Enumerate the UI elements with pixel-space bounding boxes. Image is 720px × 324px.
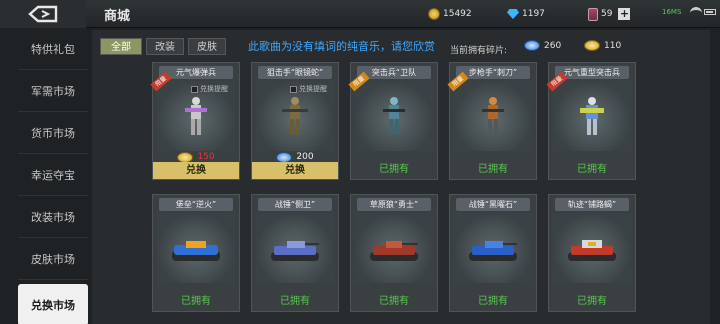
owned-status: 已拥有 — [379, 296, 409, 307]
item-card-bayonet-rifleman[interactable]: 步枪手“刺刀” 限量 已拥有 — [447, 62, 537, 180]
coin-amount: 15492 — [443, 9, 472, 19]
soldier-icon — [185, 97, 207, 135]
item-art — [256, 213, 334, 283]
card-amount: 59 — [601, 9, 613, 19]
filter-tabs: 全部 改装 皮肤 — [100, 38, 230, 55]
page-title: 商城 — [104, 9, 131, 24]
sidebar-item-exchange-market[interactable]: 兑换市场 — [18, 284, 88, 324]
reminder-label: 兑换提醒 — [299, 85, 327, 93]
checkbox-icon — [290, 85, 297, 93]
sidebar-item-supply-market[interactable]: 军需市场 — [18, 70, 88, 112]
sidebar-item-currency-market[interactable]: 货币市场 — [18, 112, 88, 154]
item-card-heavy-assault[interactable]: 元气重型突击兵 限量 已拥有 — [546, 62, 636, 180]
reminder-label: 兑换提醒 — [200, 85, 228, 93]
battery-icon — [704, 9, 716, 15]
owned-status: 已拥有 — [577, 164, 607, 175]
owned-status: 已拥有 — [478, 164, 508, 175]
gem-amount: 1197 — [522, 9, 545, 19]
card-balance: 59 + — [588, 6, 631, 22]
soldier-icon — [482, 97, 504, 135]
sidebar-item-lucky-draw[interactable]: 幸运夺宝 — [18, 154, 88, 196]
wifi-icon — [690, 7, 702, 17]
item-name: 堡垒“逆火” — [159, 198, 233, 211]
soldier-icon — [580, 97, 604, 135]
top-bar: 商城 15492 1197 59 + 16MS — [0, 0, 720, 28]
soldier-icon — [282, 97, 308, 135]
item-card-fortress-backfire[interactable]: 堡垒“逆火” 已拥有 — [152, 194, 240, 312]
tank-icon — [172, 241, 220, 261]
item-name: 狙击手“眼镜蛇” — [258, 66, 332, 79]
checkbox-icon — [191, 85, 198, 93]
sidebar-item-label: 军需市场 — [31, 84, 75, 98]
sidebar-item-label: 幸运夺宝 — [31, 168, 75, 182]
sidebar-item-gift-pack[interactable]: 特供礼包 — [18, 28, 88, 70]
blue-fragment-amount: 260 — [544, 40, 562, 51]
ping-readout: 16MS — [662, 8, 682, 16]
item-name: 战锤“侧卫” — [258, 198, 332, 211]
tank-icon — [370, 241, 418, 261]
item-card-blast-trooper[interactable]: 元气爆弹兵 限量 兑换提醒 150 兑换 — [150, 62, 240, 180]
item-card-warhammer-flanker[interactable]: 战锤“侧卫” 已拥有 — [251, 194, 339, 312]
owned-status: 已拥有 — [478, 296, 508, 307]
sidebar: 特供礼包 军需市场 货币市场 幸运夺宝 改装市场 皮肤市场 兑换市场 — [18, 28, 88, 324]
back-button[interactable] — [0, 0, 86, 28]
blue-fragment-balance: 260 — [524, 40, 561, 51]
coin-icon — [428, 8, 440, 20]
tank-icon — [271, 241, 319, 261]
soldier-icon — [383, 97, 405, 135]
sidebar-item-label: 特供礼包 — [31, 42, 75, 56]
item-name: 战锤“黑曜石” — [456, 198, 530, 211]
blue-fragment-icon — [276, 151, 293, 163]
item-name: 草原狼“勇士” — [357, 198, 431, 211]
sidebar-item-mod-market[interactable]: 改装市场 — [18, 196, 88, 238]
exchange-button[interactable]: 兑换 — [252, 162, 338, 179]
item-card-trail-paver-scorpion[interactable]: 轨迹“铺路蝎” 已拥有 — [548, 194, 636, 312]
exchange-reminder-toggle[interactable]: 兑换提醒 — [191, 84, 228, 94]
add-currency-button[interactable]: + — [618, 8, 631, 20]
item-art — [553, 213, 631, 283]
owned-status: 已拥有 — [280, 296, 310, 307]
tank-icon — [568, 240, 616, 261]
exchange-reminder-toggle[interactable]: 兑换提醒 — [290, 84, 327, 94]
owned-status: 已拥有 — [379, 164, 409, 175]
item-card-cobra-sniper[interactable]: 狙击手“眼镜蛇” 兑换提醒 200 兑换 — [251, 62, 339, 180]
tab-mods[interactable]: 改装 — [146, 38, 184, 55]
item-art — [454, 213, 532, 283]
exchange-button[interactable]: 兑换 — [153, 162, 239, 179]
music-notice: 此歌曲为没有填词的纯音乐，请您欣赏 — [248, 40, 435, 53]
tab-all[interactable]: 全部 — [100, 38, 142, 55]
item-art — [553, 81, 631, 151]
item-art — [355, 81, 433, 151]
card-icon — [588, 7, 598, 21]
gold-fragment-balance: 110 — [584, 40, 621, 51]
back-arrow-icon — [28, 5, 58, 23]
item-art — [157, 213, 235, 283]
sidebar-item-label: 改装市场 — [31, 210, 75, 224]
tank-icon — [469, 241, 517, 261]
item-card-prairie-wolf-warrior[interactable]: 草原狼“勇士” 已拥有 — [350, 194, 438, 312]
gold-fragment-amount: 110 — [604, 40, 622, 51]
sidebar-item-label: 皮肤市场 — [31, 252, 75, 266]
tab-skins[interactable]: 皮肤 — [188, 38, 226, 55]
price-amount: 150 — [197, 152, 215, 162]
blue-fragment-icon — [524, 40, 540, 51]
gem-balance: 1197 — [507, 6, 545, 22]
item-card-warhammer-obsidian[interactable]: 战锤“黑曜石” 已拥有 — [449, 194, 537, 312]
price-amount: 200 — [296, 152, 314, 162]
item-art — [454, 81, 532, 151]
owned-status: 已拥有 — [577, 296, 607, 307]
item-card-guard-assault[interactable]: 突击兵“卫队 限量 已拥有 — [348, 62, 438, 180]
coin-balance: 15492 — [428, 6, 472, 22]
sidebar-item-label: 兑换市场 — [31, 298, 75, 312]
sidebar-item-label: 货币市场 — [31, 126, 75, 140]
item-art — [355, 213, 433, 283]
gold-fragment-icon — [584, 40, 600, 51]
diamond-icon — [507, 9, 519, 19]
owned-status: 已拥有 — [181, 296, 211, 307]
fragment-label: 当前拥有碎片: — [450, 46, 508, 56]
item-name: 轨迹“铺路蝎” — [555, 198, 629, 211]
sidebar-item-skin-market[interactable]: 皮肤市场 — [18, 238, 88, 280]
gold-fragment-icon — [177, 151, 194, 163]
exchange-panel: 全部 改装 皮肤 此歌曲为没有填词的纯音乐，请您欣赏 当前拥有碎片: 260 1… — [92, 30, 710, 324]
